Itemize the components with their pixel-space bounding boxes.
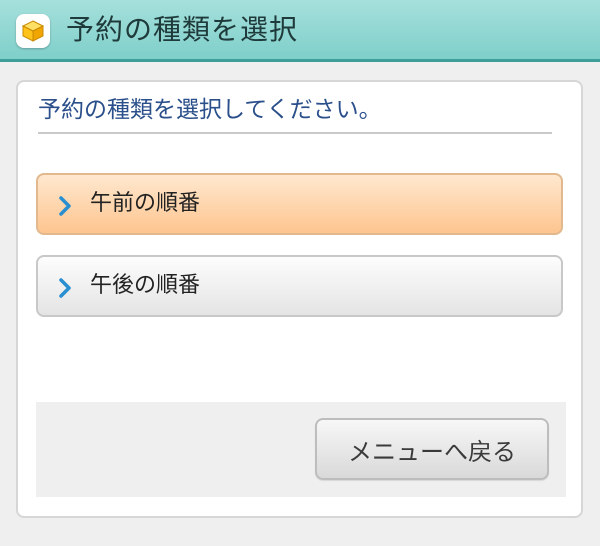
chevron-right-icon <box>58 195 72 221</box>
option-afternoon-queue[interactable]: 午後の順番 <box>36 255 563 317</box>
option-morning-queue[interactable]: 午前の順番 <box>36 173 563 235</box>
page-title: 予約の種類を選択 <box>66 13 299 46</box>
option-label: 午後の順番 <box>90 273 201 298</box>
back-to-menu-button[interactable]: メニューへ戻る <box>315 418 549 480</box>
cube-icon <box>16 14 50 48</box>
panel-heading: 予約の種類を選択してください。 <box>38 92 552 134</box>
app-header: 予約の種類を選択 <box>0 0 600 62</box>
footer-bar: メニューへ戻る <box>36 402 566 497</box>
chevron-right-icon <box>58 277 72 303</box>
option-label: 午前の順番 <box>90 191 201 216</box>
selection-panel: 予約の種類を選択してください。 午前の順番 午後の順番 メニューへ戻る <box>16 80 583 518</box>
